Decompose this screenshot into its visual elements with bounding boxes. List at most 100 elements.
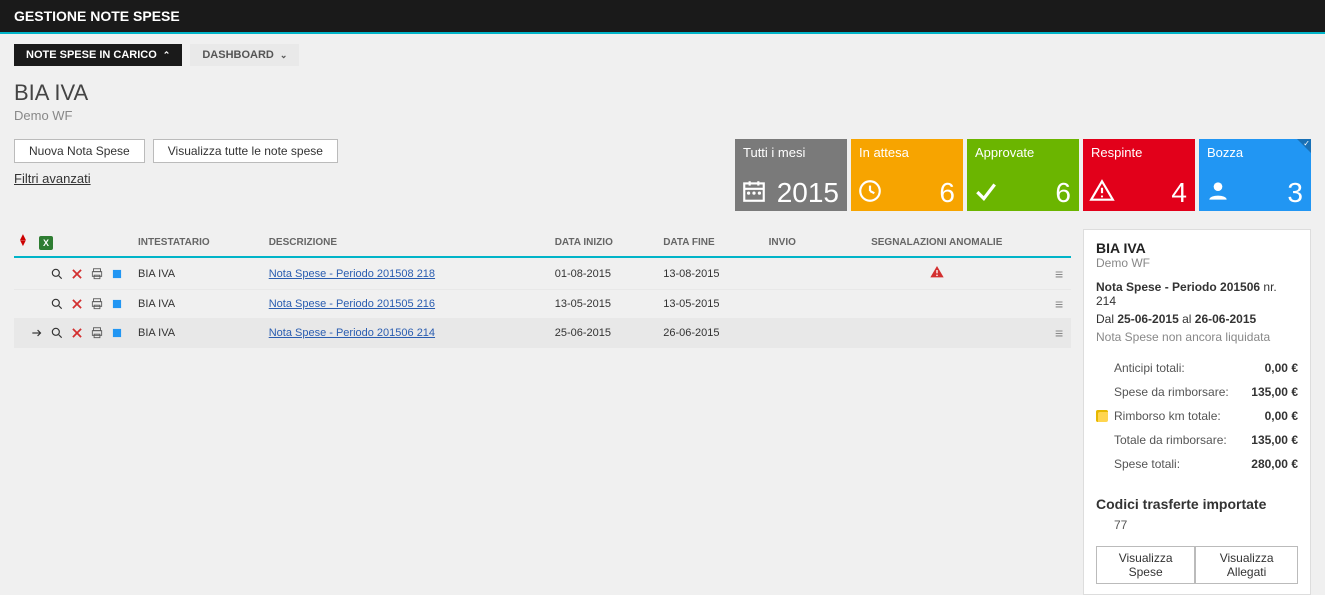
status-square-icon	[110, 267, 124, 281]
th-invio[interactable]: Invio	[765, 229, 823, 257]
view-expenses-button[interactable]: Visualizza Spese	[1096, 546, 1195, 584]
cell-anomalia	[822, 257, 1051, 290]
print-icon[interactable]	[90, 297, 104, 311]
tab-note-spese-in-carico[interactable]: NOTE SPESE IN CARICO ⌃	[14, 44, 182, 66]
view-icon[interactable]	[50, 297, 64, 311]
detail-al-label: al	[1182, 312, 1191, 326]
summary-tile-calendar[interactable]: Tutti i mesi2015	[735, 139, 847, 211]
cell-invio	[765, 257, 823, 290]
th-descrizione[interactable]: Descrizione	[265, 229, 551, 257]
advanced-filters-link[interactable]: Filtri avanzati	[14, 171, 91, 186]
amount-label: Rimborso km totale:	[1096, 409, 1221, 423]
cell-data-inizio: 13-05-2015	[551, 290, 660, 319]
cell-intestatario: BIA IVA	[134, 319, 265, 348]
row-menu-icon[interactable]: ≡	[1055, 266, 1062, 282]
detail-desc-prefix: Nota Spese - Periodo 201506	[1096, 280, 1260, 294]
toolbar-row: Nuova Nota Spese Visualizza tutte le not…	[14, 139, 1311, 211]
arrow-right-icon	[30, 326, 44, 340]
cell-data-fine: 13-05-2015	[659, 290, 764, 319]
detail-title: BIA IVA	[1096, 240, 1298, 256]
table-row[interactable]: BIA IVANota Spese - Periodo 201505 21613…	[14, 290, 1071, 319]
detail-amount-row: Spese da rimborsare: 135,00 €	[1096, 380, 1298, 404]
detail-al-value: 26-06-2015	[1195, 312, 1256, 326]
amount-value: 0,00 €	[1265, 409, 1298, 423]
delete-icon[interactable]	[70, 326, 84, 340]
view-icon[interactable]	[50, 267, 64, 281]
detail-description: Nota Spese - Periodo 201506 nr. 214	[1096, 280, 1298, 308]
delete-icon[interactable]	[70, 297, 84, 311]
tab-bar: NOTE SPESE IN CARICO ⌃ DASHBOARD ⌄	[14, 44, 1311, 66]
detail-dates: Dal 25-06-2015 al 26-06-2015	[1096, 312, 1298, 326]
tile-label: Bozza	[1207, 145, 1303, 160]
detail-nr-label: nr.	[1263, 280, 1276, 294]
excel-export-icon[interactable]: x	[39, 236, 53, 250]
th-actions: ▲▼ x	[14, 229, 134, 257]
table-row[interactable]: BIA IVA Nota Spese - Periodo 201508 218 01…	[14, 257, 1071, 290]
print-icon[interactable]	[90, 326, 104, 340]
detail-buttons: Visualizza Spese Visualizza Allegati	[1096, 546, 1298, 584]
cell-invio	[765, 319, 823, 348]
detail-amount-row: Totale da rimborsare:135,00 €	[1096, 428, 1298, 452]
delete-icon[interactable]	[70, 267, 84, 281]
amount-value: 135,00 €	[1251, 433, 1298, 447]
row-menu-icon[interactable]: ≡	[1055, 296, 1062, 312]
toolbar-left: Nuova Nota Spese Visualizza tutte le not…	[14, 139, 338, 186]
row-actions	[18, 326, 130, 340]
print-icon[interactable]	[90, 267, 104, 281]
amount-label: Spese totali:	[1096, 457, 1180, 471]
tile-value: 6	[1055, 177, 1071, 209]
summary-tile-clock[interactable]: In attesa 6	[851, 139, 963, 211]
tile-label: Respinte	[1091, 145, 1187, 160]
cell-anomalia	[822, 319, 1051, 348]
app-header: GESTIONE NOTE SPESE	[0, 0, 1325, 32]
cell-data-inizio: 01-08-2015	[551, 257, 660, 290]
tile-value: 6	[939, 177, 955, 209]
amount-label: Spese da rimborsare:	[1096, 385, 1229, 399]
page-title: BIA IVA	[14, 80, 1311, 106]
summary-tile-warn[interactable]: Respinte 4	[1083, 139, 1195, 211]
detail-subtitle: Demo WF	[1096, 256, 1298, 270]
tile-label: Approvate	[975, 145, 1071, 160]
cell-intestatario: BIA IVA	[134, 257, 265, 290]
amount-value: 135,00 €	[1251, 385, 1298, 399]
sort-icon[interactable]: ▲▼	[18, 235, 28, 247]
new-nota-spese-button[interactable]: Nuova Nota Spese	[14, 139, 145, 163]
chevron-down-icon: ⌄	[280, 50, 288, 61]
amount-value: 280,00 €	[1251, 457, 1298, 471]
cell-data-inizio: 25-06-2015	[551, 319, 660, 348]
table-row[interactable]: BIA IVA Nota Spese - Periodo 201506 214 25…	[14, 319, 1071, 348]
row-actions	[18, 267, 130, 281]
detail-dal-label: Dal	[1096, 312, 1114, 326]
tile-label: Tutti i mesi	[743, 145, 839, 160]
row-menu-icon[interactable]: ≡	[1055, 325, 1062, 341]
detail-amount-row: Anticipi totali:0,00 €	[1096, 356, 1298, 380]
codes-title: Codici trasferte importate	[1096, 496, 1298, 512]
anomaly-warning-icon	[929, 271, 945, 283]
note-icon	[1096, 410, 1108, 422]
table-wrap: ▲▼ x Intestatario Descrizione Data Inizi…	[14, 229, 1071, 348]
th-menu	[1051, 229, 1071, 257]
description-link[interactable]: Nota Spese - Periodo 201506 214	[269, 327, 435, 339]
th-segnalazioni[interactable]: Segnalazioni Anomalie	[822, 229, 1051, 257]
detail-amount-row: Spese totali: 280,00 €	[1096, 452, 1298, 476]
tab-label: NOTE SPESE IN CARICO	[26, 49, 157, 61]
summary-tile-user[interactable]: Bozza3✓	[1199, 139, 1311, 211]
summary-tiles: Tutti i mesi2015 In attesa 6 Approvate 6 Resp…	[735, 139, 1311, 211]
view-icon[interactable]	[50, 326, 64, 340]
th-data-inizio[interactable]: Data Inizio	[551, 229, 660, 257]
tab-dashboard[interactable]: DASHBOARD ⌄	[190, 44, 299, 66]
view-all-button[interactable]: Visualizza tutte le note spese	[153, 139, 338, 163]
view-attachments-button[interactable]: Visualizza Allegati	[1195, 546, 1298, 584]
check-icon	[973, 178, 999, 207]
tile-value: 4	[1171, 177, 1187, 209]
th-intestatario[interactable]: Intestatario	[134, 229, 265, 257]
cell-anomalia	[822, 290, 1051, 319]
description-link[interactable]: Nota Spese - Periodo 201505 216	[269, 298, 435, 310]
detail-dal-value: 25-06-2015	[1117, 312, 1178, 326]
tile-label: In attesa	[859, 145, 955, 160]
description-link[interactable]: Nota Spese - Periodo 201508 218	[269, 268, 435, 280]
amount-label: Anticipi totali:	[1096, 361, 1185, 375]
summary-tile-check[interactable]: Approvate 6	[967, 139, 1079, 211]
main-flex: ▲▼ x Intestatario Descrizione Data Inizi…	[14, 229, 1311, 595]
th-data-fine[interactable]: Data Fine	[659, 229, 764, 257]
